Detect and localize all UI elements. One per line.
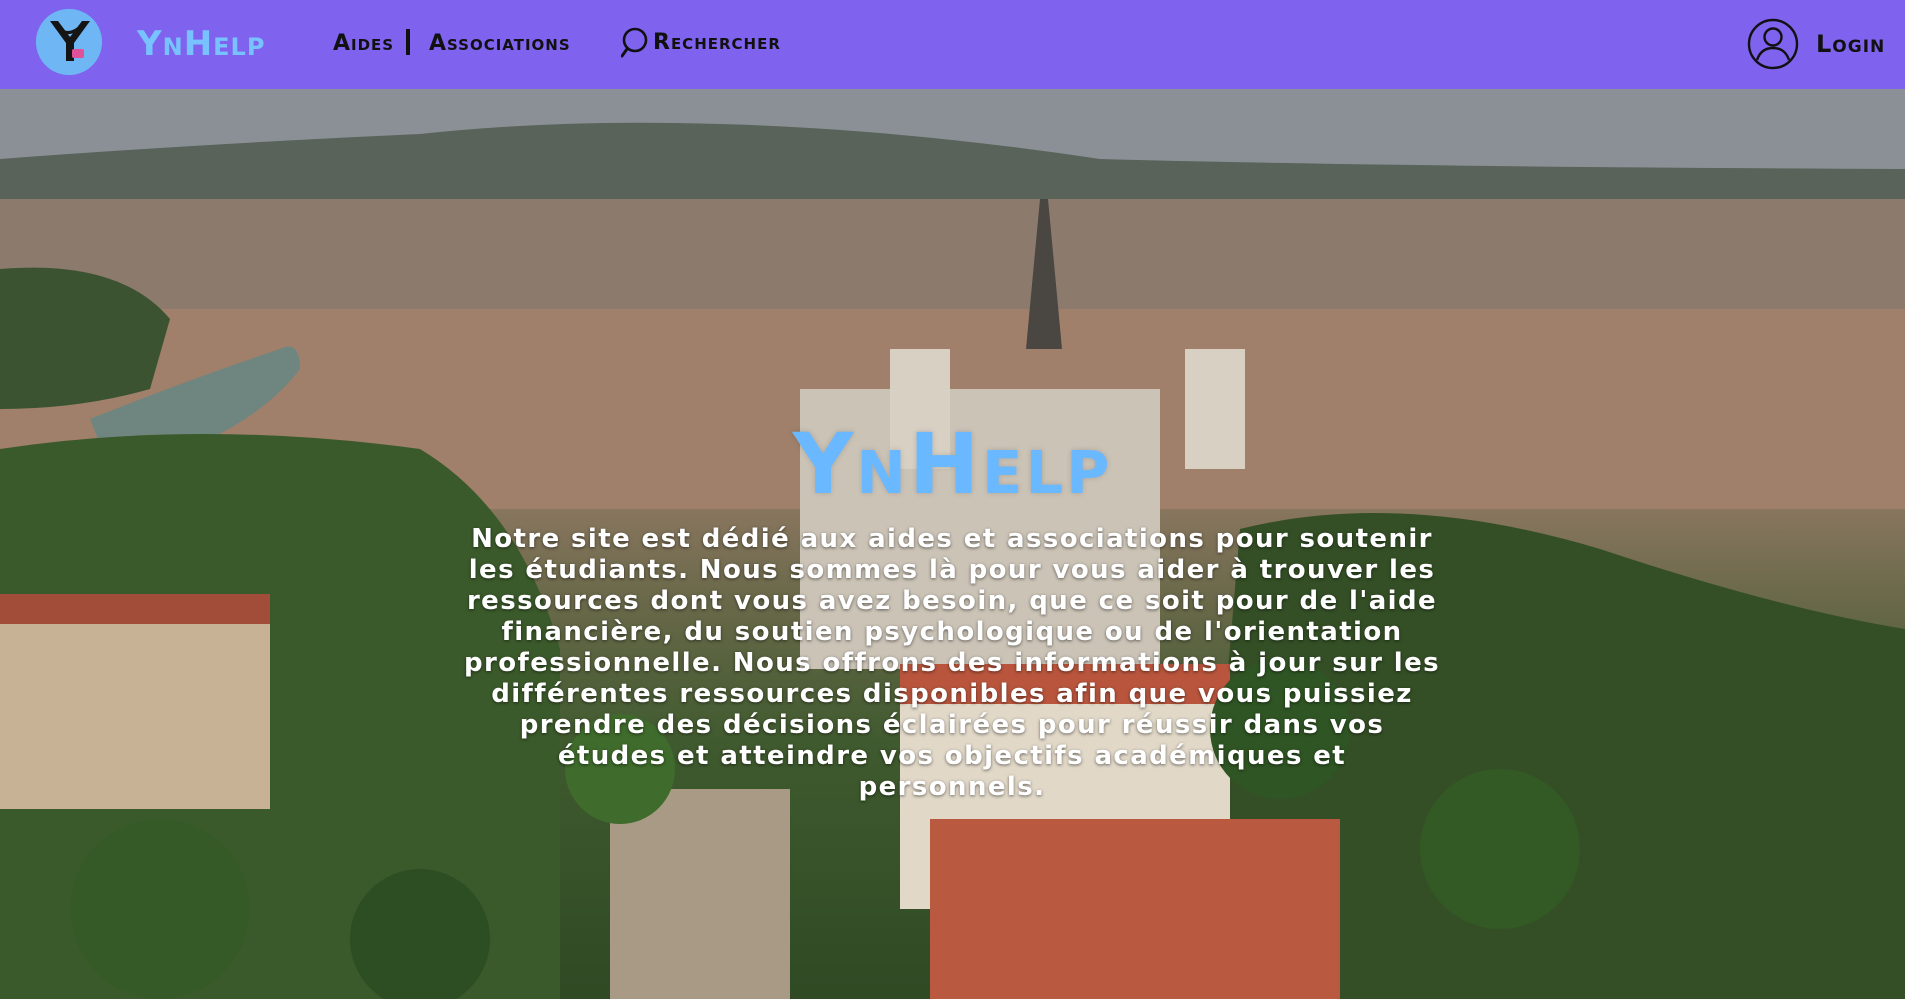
hero-title: YnHelp: [792, 415, 1113, 513]
nav-associations[interactable]: Associations: [429, 30, 571, 58]
hero-section: YnHelp Notre site est dédié aux aides et…: [0, 89, 1905, 999]
login-link[interactable]: Login: [1816, 30, 1885, 58]
search-icon: [621, 27, 648, 58]
nav-aides[interactable]: Aides: [333, 30, 394, 58]
hero-description: Notre site est dédié aux aides et associ…: [464, 524, 1440, 802]
ynhelp-logo[interactable]: [36, 9, 102, 75]
nav-separator: [406, 29, 410, 55]
navbar: YnHelp Aides Associations Rechercher Log…: [0, 0, 1905, 89]
logo-icon: [36, 9, 102, 75]
user-icon[interactable]: [1747, 18, 1799, 70]
search-button[interactable]: Rechercher: [621, 27, 781, 59]
search-label: Rechercher: [653, 30, 781, 55]
brand-name[interactable]: YnHelp: [137, 24, 265, 64]
